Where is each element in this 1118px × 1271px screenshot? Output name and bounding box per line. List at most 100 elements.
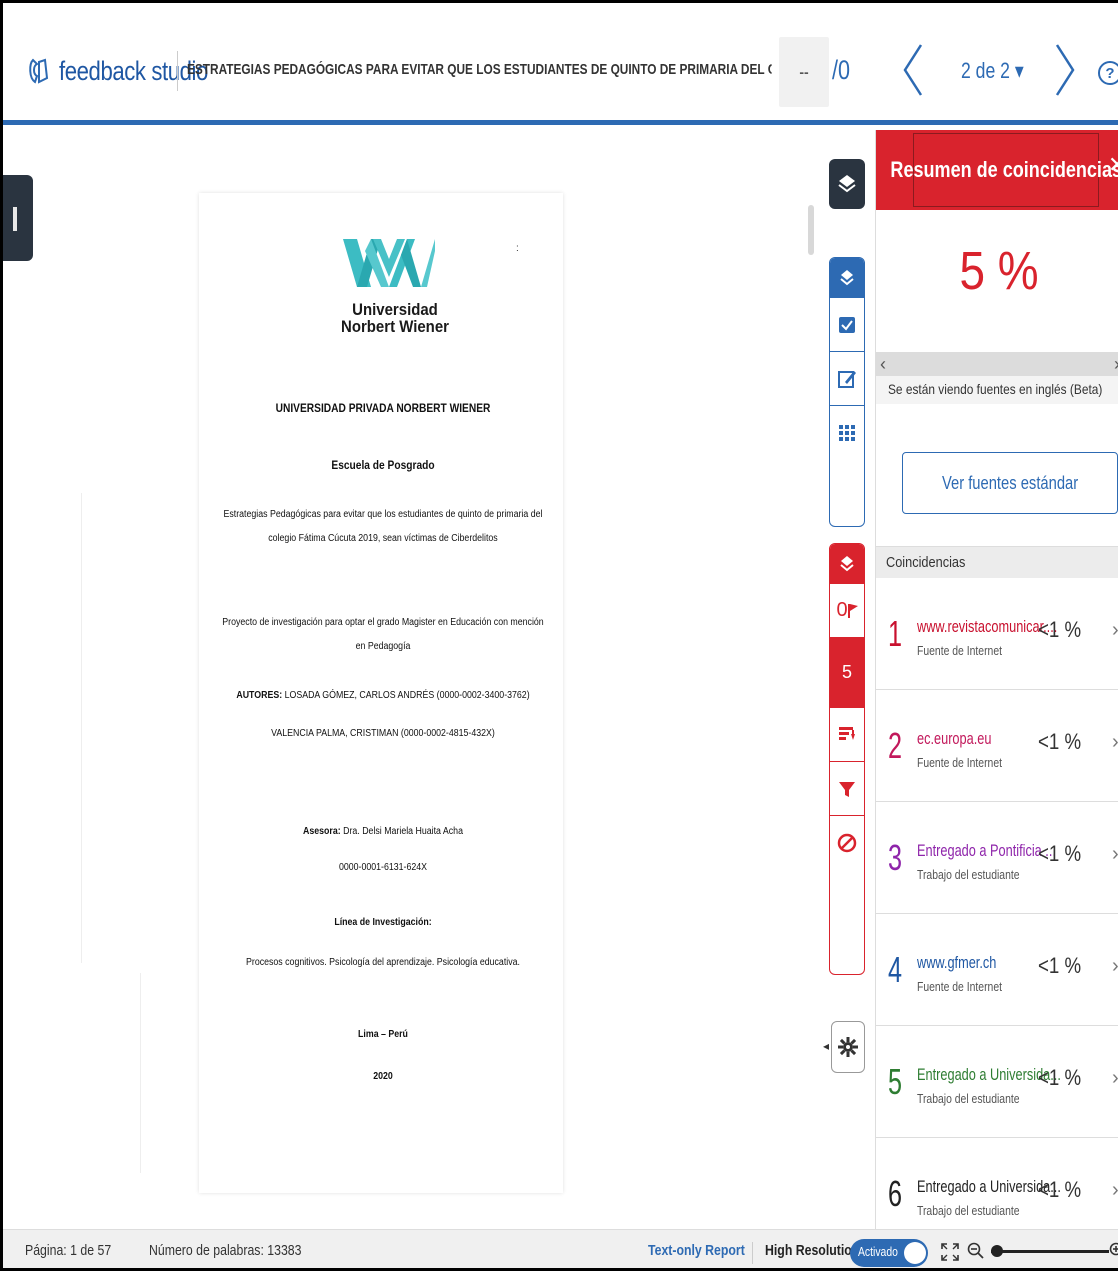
grading-tools-group <box>829 257 865 527</box>
rubric-tool[interactable] <box>830 406 864 460</box>
toggle-label: Activado <box>858 1244 898 1259</box>
match-number: 4 <box>888 949 903 990</box>
grip-icon <box>13 207 17 231</box>
high-resolution-label: High Resolution <box>765 1242 860 1259</box>
match-percent: <1 % <box>1038 1177 1082 1202</box>
word-count: Número de palabras: 13383 <box>149 1242 302 1259</box>
top-bar: feedback studio ESTRATEGIAS PEDAGÓGICAS … <box>3 3 1118 125</box>
language-note-text: Se están viendo fuentes en inglés (Beta) <box>888 381 1103 397</box>
standard-sources-button[interactable]: Ver fuentes estándar <box>902 452 1118 514</box>
language-carousel: ‹ › <box>876 352 1118 376</box>
block-icon <box>837 833 857 853</box>
filter-tool[interactable] <box>830 762 864 816</box>
research-line: Procesos cognitivos. Psicología del apre… <box>246 957 520 968</box>
grade-total: /0 <box>832 55 851 85</box>
match-item[interactable]: 5 Entregado a Universida... Trabajo del … <box>876 1026 1118 1138</box>
text-only-report-link[interactable]: Text-only Report <box>648 1242 745 1259</box>
layers-button[interactable] <box>829 159 865 209</box>
checkmark-tool[interactable] <box>830 298 864 352</box>
project-line1: Proyecto de investigación para optar el … <box>222 617 544 628</box>
matches-header-text: Coincidencias <box>886 554 966 571</box>
zoom-in-icon[interactable] <box>1109 1242 1118 1260</box>
match-overview-panel: Resumen de coincidencias ✕ 5 % ‹ › Se es… <box>875 130 1118 1229</box>
place: Lima – Perú <box>358 1029 408 1040</box>
page-selector[interactable]: 2 de 2 ▾ <box>961 58 1024 84</box>
match-percent: <1 % <box>1038 841 1082 866</box>
edit-icon <box>838 370 856 388</box>
advisor-id: 0000-0001-6131-624X <box>338 862 428 873</box>
panel-header: Resumen de coincidencias ✕ <box>876 130 1118 210</box>
page-info: Página: 1 de 57 <box>25 1242 112 1259</box>
match-number: 6 <box>888 1173 903 1214</box>
match-item[interactable]: 4 www.gfmer.ch Fuente de Internet <1 % › <box>876 914 1118 1026</box>
chevron-right-icon[interactable]: › <box>1112 1179 1118 1202</box>
match-item[interactable]: 2 ec.europa.eu Fuente de Internet <1 % › <box>876 690 1118 802</box>
close-icon[interactable]: ✕ <box>1108 152 1118 178</box>
chevron-right-icon[interactable]: › <box>1114 354 1118 375</box>
high-resolution-toggle[interactable]: Activado <box>850 1239 928 1267</box>
chevron-left-icon[interactable]: ‹ <box>880 354 886 375</box>
all-sources-tool[interactable] <box>830 708 864 762</box>
previous-page-button[interactable] <box>895 41 931 99</box>
app-frame: feedback studio ESTRATEGIAS PEDAGÓGICAS … <box>0 0 1118 1271</box>
chevron-left-icon <box>903 44 923 96</box>
grade-input[interactable]: -- <box>779 37 829 107</box>
match-source[interactable]: Entregado a Pontificia ... <box>917 841 1056 861</box>
status-bar: Página: 1 de 57 Número de palabras: 1338… <box>3 1229 1118 1268</box>
panel-title: Resumen de coincidencias <box>890 133 1118 207</box>
chevron-right-icon[interactable]: › <box>1112 955 1118 978</box>
match-number: 1 <box>888 613 903 654</box>
layers-icon <box>840 556 854 572</box>
authors-names1: LOSADA GÓMEZ, CARLOS ANDRÉS (0000-0002-3… <box>282 690 530 701</box>
grading-layer-button[interactable] <box>830 258 864 298</box>
checkbox-icon <box>839 316 855 333</box>
caret-left-icon: ◂ <box>823 1039 830 1053</box>
sources-list-icon <box>839 726 855 740</box>
chevron-right-icon[interactable]: › <box>1112 843 1118 866</box>
advisor-label: Asesora: <box>303 826 341 837</box>
side-panel-toggle[interactable] <box>3 175 33 261</box>
chevron-right-icon[interactable]: › <box>1112 1067 1118 1090</box>
match-type: Trabajo del estudiante <box>917 867 1020 882</box>
exclusions-tool[interactable] <box>830 816 864 870</box>
flags-tool[interactable]: 0 <box>830 584 864 638</box>
authors-label: AUTORES: <box>236 690 283 701</box>
match-percent: <1 % <box>1038 953 1082 978</box>
document-scrollbar[interactable] <box>808 205 814 255</box>
help-button[interactable]: ? <box>1098 61 1118 85</box>
match-overview-tool[interactable]: 5 <box>830 638 864 708</box>
match-source[interactable]: www.gfmer.ch <box>917 953 996 973</box>
filter-icon <box>839 781 855 797</box>
document-title: ESTRATEGIAS PEDAGÓGICAS PARA EVITAR QUE … <box>187 61 772 78</box>
similarity-layer-button[interactable] <box>830 544 864 584</box>
flag-icon <box>847 603 858 618</box>
project-line2: en Pedagogía <box>355 641 411 652</box>
match-percent: <1 % <box>1038 1065 1082 1090</box>
header-divider <box>177 51 178 91</box>
match-count: 5 <box>841 662 852 682</box>
fullscreen-icon[interactable] <box>940 1242 960 1262</box>
settings-button[interactable] <box>831 1021 865 1073</box>
similarity-percent: 5 % <box>959 241 1039 301</box>
comment-tool[interactable] <box>830 352 864 406</box>
university-logo <box>343 239 435 287</box>
panel-title-text: Resumen de coincidencias <box>890 157 1118 182</box>
chevron-right-icon[interactable]: › <box>1112 731 1118 754</box>
zoom-out-icon[interactable] <box>967 1242 985 1260</box>
match-item[interactable]: 6 Entregado a Universida... Trabajo del … <box>876 1138 1118 1229</box>
chevron-right-icon[interactable]: › <box>1112 619 1118 642</box>
match-source[interactable]: ec.europa.eu <box>917 729 991 749</box>
university-name-line2: Norbert Wiener <box>341 317 449 336</box>
match-item[interactable]: 1 www.revistacomunicar.... Fuente de Int… <box>876 578 1118 690</box>
match-source[interactable]: www.revistacomunicar.... <box>917 617 1057 637</box>
zoom-slider-knob[interactable] <box>991 1245 1003 1257</box>
zoom-slider[interactable] <box>991 1245 1109 1257</box>
toggle-knob <box>904 1242 926 1264</box>
match-number: 5 <box>888 1061 903 1102</box>
year: 2020 <box>373 1071 393 1082</box>
match-item[interactable]: 3 Entregado a Pontificia ... Trabajo del… <box>876 802 1118 914</box>
next-page-button[interactable] <box>1047 41 1083 99</box>
thesis-title-line2: colegio Fátima Cúcuta 2019, sean víctima… <box>268 533 498 544</box>
layers-icon <box>838 175 856 193</box>
university-name: Universidad Norbert Wiener <box>325 301 466 335</box>
